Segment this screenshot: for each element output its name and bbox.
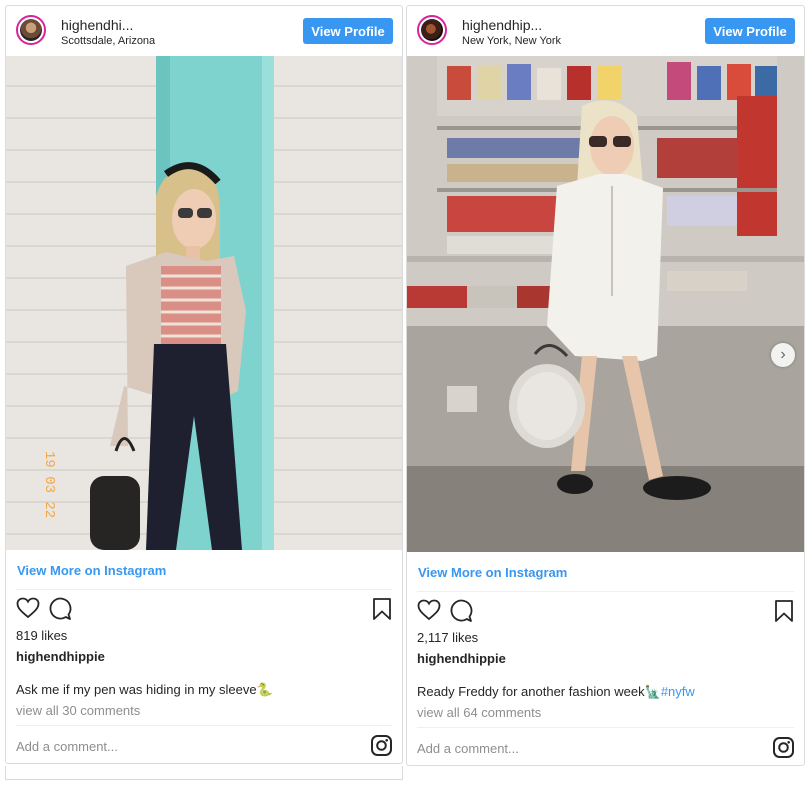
instagram-post-card: highendhi... Scottsdale, Arizona View Pr… xyxy=(5,5,403,764)
action-bar xyxy=(16,597,392,621)
caption-emoji: 🐍 xyxy=(256,682,273,697)
post-owner-name[interactable]: highendhippie xyxy=(16,649,105,664)
add-comment-input[interactable]: Add a comment... xyxy=(417,741,519,756)
view-more-link[interactable]: View More on Instagram xyxy=(418,565,567,580)
comment-icon[interactable] xyxy=(48,597,72,621)
action-bar xyxy=(417,599,794,623)
post-caption: Ready Freddy for another fashion week🗽#n… xyxy=(417,684,695,700)
divider xyxy=(16,589,392,590)
comment-icon[interactable] xyxy=(449,599,473,623)
next-card-edge xyxy=(5,766,403,780)
heart-icon[interactable] xyxy=(16,597,40,619)
bookmark-icon[interactable] xyxy=(372,598,392,620)
bookmark-icon[interactable] xyxy=(774,600,794,622)
divider xyxy=(16,725,392,726)
view-profile-button[interactable]: View Profile xyxy=(303,18,393,44)
heart-icon[interactable] xyxy=(417,599,441,621)
post-owner-name[interactable]: highendhippie xyxy=(417,651,506,666)
post-photo[interactable]: 19 03 22 xyxy=(6,56,402,550)
caption-text: Ready Freddy for another fashion week xyxy=(417,684,645,699)
avatar[interactable] xyxy=(417,15,447,45)
caption-text: Ask me if my pen was hiding in my sleeve xyxy=(16,682,257,697)
username[interactable]: highendhip... xyxy=(462,17,542,33)
post-photo-image xyxy=(407,56,804,552)
location[interactable]: New York, New York xyxy=(462,35,561,47)
photo-date-stamp: 19 03 22 xyxy=(41,451,57,518)
caption-emoji: 🗽 xyxy=(644,684,661,699)
hashtag-link[interactable]: #nyfw xyxy=(661,684,695,699)
instagram-icon[interactable] xyxy=(773,737,794,758)
post-header: highendhi... Scottsdale, Arizona View Pr… xyxy=(6,6,402,56)
post-photo[interactable]: › xyxy=(407,56,804,552)
view-profile-button[interactable]: View Profile xyxy=(705,18,795,44)
view-more-link[interactable]: View More on Instagram xyxy=(17,563,166,578)
username[interactable]: highendhi... xyxy=(61,17,133,33)
view-all-comments-link[interactable]: view all 64 comments xyxy=(417,705,541,720)
post-photo-image: 19 03 22 xyxy=(6,56,402,550)
like-count[interactable]: 819 likes xyxy=(16,628,67,643)
post-caption: Ask me if my pen was hiding in my sleeve… xyxy=(16,682,273,698)
add-comment-input[interactable]: Add a comment... xyxy=(16,739,118,754)
like-count[interactable]: 2,117 likes xyxy=(417,630,478,645)
divider xyxy=(417,727,794,728)
divider xyxy=(417,591,794,592)
instagram-post-card: highendhip... New York, New York View Pr… xyxy=(406,5,805,766)
avatar[interactable] xyxy=(16,15,46,45)
post-header: highendhip... New York, New York View Pr… xyxy=(407,6,804,56)
view-all-comments-link[interactable]: view all 30 comments xyxy=(16,703,140,718)
instagram-icon[interactable] xyxy=(371,735,392,756)
location[interactable]: Scottsdale, Arizona xyxy=(61,35,155,47)
chevron-right-icon[interactable]: › xyxy=(771,343,795,367)
